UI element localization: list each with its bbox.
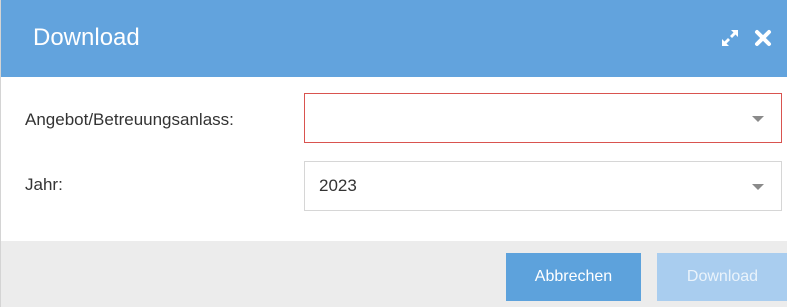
close-icon[interactable] bbox=[752, 27, 774, 49]
offer-label: Angebot/Betreuungsanlass: bbox=[25, 110, 234, 129]
expand-icon[interactable] bbox=[719, 27, 741, 49]
chevron-down-icon bbox=[752, 184, 764, 190]
dialog-title: Download bbox=[33, 24, 140, 51]
year-select-value: 2023 bbox=[319, 176, 357, 195]
offer-select[interactable] bbox=[304, 93, 782, 143]
year-label: Jahr: bbox=[25, 175, 63, 194]
download-button[interactable]: Download bbox=[657, 253, 787, 301]
chevron-down-icon bbox=[752, 116, 764, 122]
year-select[interactable]: 2023 bbox=[304, 161, 782, 211]
download-dialog: Download Angebot/Betreuungsanlass: Jahr:… bbox=[0, 0, 787, 307]
dialog-header: Download bbox=[1, 0, 787, 77]
dialog-footer: Abbrechen Download bbox=[1, 241, 787, 307]
cancel-button[interactable]: Abbrechen bbox=[506, 253, 641, 301]
